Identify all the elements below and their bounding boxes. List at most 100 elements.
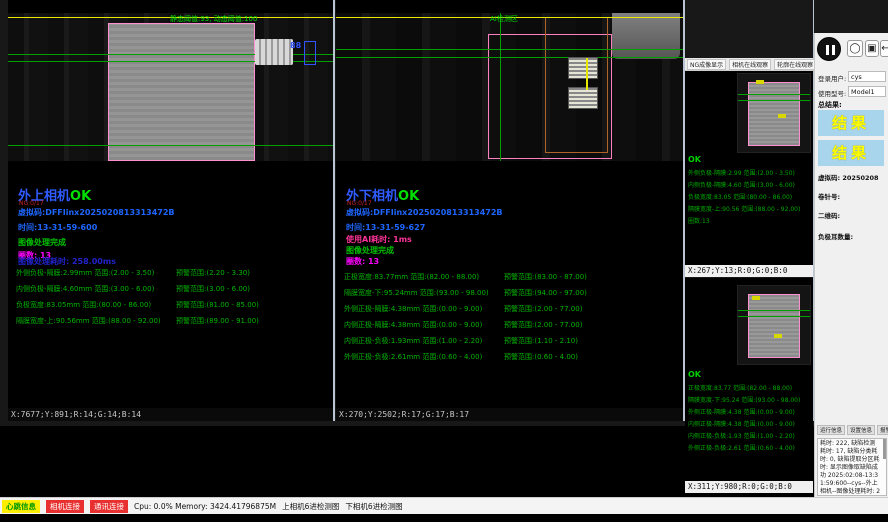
warn-range: 预警范围:(81.00 - 85.00) bbox=[176, 300, 259, 310]
back-button[interactable]: ← bbox=[880, 40, 888, 57]
small-view-bottom[interactable]: OK 正极宽度:83.77 范围:(82.00 - 88.00) 隔膜宽度-下:… bbox=[685, 278, 813, 481]
upper-camera-image: 88 静态阈值:93, 动态阈值:100 bbox=[8, 13, 333, 161]
log-scrollbar[interactable] bbox=[883, 439, 886, 459]
gripper-region bbox=[255, 39, 293, 65]
virtual-code-label: 虚拟码: bbox=[818, 174, 840, 182]
measure-value: 外侧正极-隔膜:4.38 范围:(0.00 - 9.00) bbox=[688, 407, 795, 416]
pixel-coord-bar: X:7677;Y:891;R:14;G:14;B:14 bbox=[8, 408, 333, 421]
measure-line bbox=[336, 49, 683, 50]
pause-button[interactable] bbox=[817, 37, 841, 61]
grid-icon: ▣ bbox=[867, 43, 876, 54]
tab-highlight bbox=[568, 57, 598, 79]
measure-value: 隔膜宽度-上:90.56 范围:(88.00 - 92.00) bbox=[688, 204, 800, 213]
grid-view-button[interactable]: ▣ bbox=[865, 40, 879, 57]
measurement-row: 隔膜宽度-下:95.24mm 范围:(93.00 - 98.00) 预警范围:(… bbox=[344, 288, 683, 304]
model-label: 使用型号: bbox=[818, 88, 846, 98]
measure-value: 内侧正极-隔膜:4.38mm 范围:(0.00 - 9.00) bbox=[344, 320, 482, 330]
machine-roller bbox=[612, 13, 680, 59]
measurement-row: 隔膜宽度-上:90.56mm 范围:(88.00 - 92.00) 预警范围:(… bbox=[16, 316, 333, 332]
tab-settings-info[interactable]: 设置信息 bbox=[847, 425, 875, 435]
total-result-label: 总结果: bbox=[818, 100, 842, 110]
measure-value: 内侧负极-隔膜:4.60mm 范围:(3.00 - 6.00) bbox=[16, 284, 154, 294]
measurement-row: 内侧正极-负极:1.93mm 范围:(1.00 - 2.20) 预警范围:(1.… bbox=[344, 336, 683, 352]
run-log[interactable]: 耗时: 222, 缺陷检测耗时: 17, 缺陷分类耗时: 0, 缺陷提取分区耗时… bbox=[817, 438, 887, 496]
measure-value: 外侧负极-隔膜:2.99mm 范围:(2.00 - 3.50) bbox=[16, 268, 154, 278]
circle-icon: ◯ bbox=[849, 43, 860, 54]
warn-range: 预警范围:(0.60 - 4.00) bbox=[504, 352, 578, 362]
measurement-row: 内侧负极-隔膜:4.60mm 范围:(3.00 - 6.00) 预警范围:(3.… bbox=[16, 284, 333, 300]
threshold-overlay-text: 静态阈值:93, 动态阈值:100 bbox=[170, 14, 257, 24]
result-ok: OK bbox=[398, 189, 419, 204]
cell-region bbox=[748, 82, 800, 146]
lower-camera-detect-link[interactable]: 下相机6进检测图 bbox=[345, 501, 402, 512]
warn-range: 预警范围:(94.00 - 97.00) bbox=[504, 288, 587, 298]
measure-value: 内侧正极-负极:1.93mm 范围:(1.00 - 2.20) bbox=[344, 336, 482, 346]
right-control-panel: ◯ ▣ ← 登录用户: cys 使用型号: Model1 总结果: 结果 结果 … bbox=[814, 33, 888, 497]
result-box-lower: 结果 bbox=[818, 140, 884, 166]
measurement-list: 正极宽度:83.77mm 范围:(82.00 - 88.00) 预警范围:(83… bbox=[344, 272, 683, 368]
measurement-row: 外侧负极-隔膜:2.99mm 范围:(2.00 - 3.50) 预警范围:(2.… bbox=[16, 268, 333, 284]
label-marker bbox=[752, 296, 760, 300]
small-view-bottom-thumbnail bbox=[737, 285, 811, 365]
label-marker bbox=[774, 334, 782, 338]
login-user-label: 登录用户: bbox=[818, 73, 846, 83]
measurement-row: 内侧正极-隔膜:4.38mm 范围:(0.00 - 9.00) 预警范围:(2.… bbox=[344, 320, 683, 336]
result-box-upper: 结果 bbox=[818, 110, 884, 136]
measurement-list: 外侧负极-隔膜:2.99mm 范围:(2.00 - 3.50) 预警范围:(2.… bbox=[16, 268, 333, 332]
measure-value: 隔膜宽度-上:90.56mm 范围:(88.00 - 92.00) bbox=[16, 316, 161, 326]
label-marker bbox=[778, 114, 786, 118]
measure-value: 正极宽度:83.77 范围:(82.00 - 88.00) bbox=[688, 383, 792, 392]
roi-box-label: 88 bbox=[290, 41, 301, 50]
ng-counter: NG:0/17 bbox=[347, 200, 372, 207]
measure-value: 内侧负极-隔膜:4.60 范围:(3.00 - 6.00) bbox=[688, 180, 795, 189]
tab-alarm-info[interactable]: 报警信息 bbox=[877, 425, 888, 435]
measure-line bbox=[336, 57, 683, 58]
warn-range: 预警范围:(2.20 - 3.30) bbox=[176, 268, 250, 278]
turns-line: 圈数: 13 bbox=[346, 256, 379, 267]
small-view-top[interactable]: OK 外侧负极-隔膜:2.99 范围:(2.00 - 3.50) 内侧负极-隔膜… bbox=[685, 71, 813, 265]
measurement-row: 外侧正极-负极:2.61mm 范围:(0.60 - 4.00) 预警范围:(0.… bbox=[344, 352, 683, 368]
app-window: CYS-视觉检测系统 — □ × C 系统配置 相机配置 通讯配置 IO手配置 … bbox=[0, 0, 888, 522]
lower-camera-view[interactable]: AI检测区 外下相机OK NG:0/17 虚拟码:DFFIinx20250208… bbox=[336, 0, 683, 421]
cell-region bbox=[748, 294, 800, 358]
measure-vline bbox=[500, 13, 501, 161]
small-view-top-thumbnail bbox=[737, 73, 811, 153]
qrcode-label: 二维码: bbox=[818, 210, 840, 220]
warn-range: 预警范围:(2.00 - 77.00) bbox=[504, 320, 582, 330]
measure-value: 圈数:13 bbox=[688, 216, 710, 225]
comm-connect-badge: 通讯连接 bbox=[90, 500, 128, 513]
result-ok: OK bbox=[688, 155, 701, 164]
pixel-coord-bar: X:267;Y:13;R:0;G:0;B:0 bbox=[685, 265, 813, 277]
virtual-code-value: 20250208 bbox=[842, 174, 878, 182]
cell-region bbox=[108, 23, 255, 161]
label-marker bbox=[756, 80, 764, 84]
roi-box bbox=[304, 41, 316, 65]
measure-value: 隔膜宽度-下:95.24 范围:(93.00 - 98.00) bbox=[688, 395, 800, 404]
ai-time-line: 使用AI耗时: 1ms bbox=[346, 234, 412, 245]
tab-contour-live[interactable]: 轮廓在线观察 bbox=[774, 59, 816, 70]
control-buttons: ◯ ▣ ← bbox=[817, 37, 887, 63]
tab-ng-display[interactable]: NG成像显示 bbox=[687, 59, 726, 70]
measure-value: 外侧正极-负极:2.61 范围:(0.60 - 4.00) bbox=[688, 443, 795, 452]
needle-label: 卷针号: bbox=[818, 191, 840, 201]
run-log-text: 耗时: 222, 缺陷检测耗时: 17, 缺陷分类耗时: 0, 缺陷提取分区耗时… bbox=[820, 440, 880, 496]
status-bar: 心跳信息 相机连接 通讯连接 Cpu: 0.0% Memory: 3424.41… bbox=[0, 497, 888, 514]
tab-run-info[interactable]: 运行信息 bbox=[817, 425, 845, 435]
warn-range: 预警范围:(83.00 - 87.00) bbox=[504, 272, 587, 282]
tab-camera-live[interactable]: 相机在线观察 bbox=[729, 59, 771, 70]
measure-line bbox=[738, 316, 810, 317]
measure-value: 隔膜宽度-下:95.24mm 范围:(93.00 - 98.00) bbox=[344, 288, 489, 298]
lower-camera-image: AI检测区 bbox=[336, 13, 683, 161]
time-line: 时间:13-31-59-627 bbox=[346, 222, 425, 233]
overlay-vertical-line bbox=[586, 58, 588, 90]
measure-line bbox=[8, 145, 333, 146]
heartbeat-badge: 心跳信息 bbox=[2, 500, 40, 513]
upper-camera-view[interactable]: 88 静态阈值:93, 动态阈值:100 外上相机OK NG:0/17 虚拟码:… bbox=[8, 0, 333, 421]
measure-line bbox=[738, 94, 810, 95]
login-user-value[interactable]: cys bbox=[848, 71, 886, 82]
snapshot-button[interactable]: ◯ bbox=[847, 40, 863, 57]
camera-connect-badge: 相机连接 bbox=[46, 500, 84, 513]
model-value[interactable]: Model1 bbox=[848, 86, 886, 97]
measure-value: 正极宽度:83.77mm 范围:(82.00 - 88.00) bbox=[344, 272, 479, 282]
upper-camera-detect-link[interactable]: 上相机6进检测图 bbox=[282, 501, 339, 512]
